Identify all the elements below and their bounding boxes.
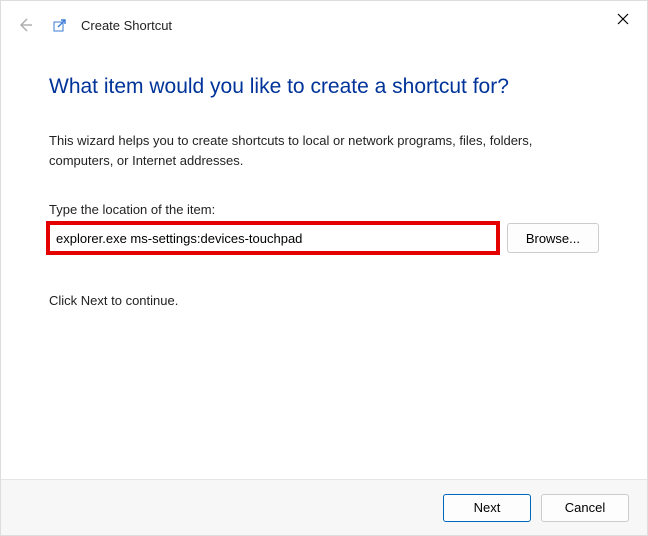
cancel-button[interactable]: Cancel: [541, 494, 629, 522]
page-heading: What item would you like to create a sho…: [49, 75, 599, 99]
browse-button[interactable]: Browse...: [507, 223, 599, 253]
wizard-header: Create Shortcut: [1, 1, 647, 35]
back-button[interactable]: [15, 15, 35, 35]
wizard-title: Create Shortcut: [81, 18, 172, 33]
next-button[interactable]: Next: [443, 494, 531, 522]
wizard-footer: Next Cancel: [1, 479, 647, 535]
wizard-content: What item would you like to create a sho…: [1, 35, 647, 308]
location-label: Type the location of the item:: [49, 202, 599, 217]
shortcut-arrow-icon: [51, 16, 69, 34]
continue-instruction: Click Next to continue.: [49, 293, 599, 308]
wizard-description: This wizard helps you to create shortcut…: [49, 131, 599, 170]
location-input[interactable]: [49, 224, 497, 252]
close-button[interactable]: [613, 9, 633, 29]
